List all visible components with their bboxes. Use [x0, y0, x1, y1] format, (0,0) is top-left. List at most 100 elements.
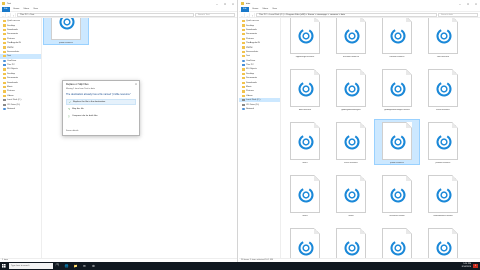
check-icon: ✓ — [69, 100, 72, 104]
file-item[interactable]: sharedassets0.assets — [421, 173, 465, 217]
file-item[interactable]: profiles.resource — [421, 120, 465, 164]
windows-logo-icon — [2, 264, 6, 268]
taskbar-search[interactable]: Type here to search — [9, 263, 53, 269]
resource-file-icon — [436, 187, 452, 203]
maximize-button[interactable]: □ — [221, 0, 229, 7]
maximize-button[interactable]: □ — [464, 0, 472, 7]
sidebar-item-label: Downloads — [246, 28, 257, 31]
skip-option[interactable]: ↷ Skip this file — [66, 106, 136, 112]
close-button[interactable]: × — [229, 0, 237, 7]
file-item[interactable]: profile.resource — [43, 18, 89, 45]
close-icon[interactable]: × — [133, 82, 139, 86]
file-item[interactable]: core.resource — [421, 18, 465, 58]
file-item[interactable]: globalgamemanagers.assets — [375, 67, 419, 111]
browser-icon[interactable]: 🌐 — [62, 262, 71, 270]
explorer-window-right: data – □ × File Home Share View ← → ↑ Th… — [239, 0, 480, 262]
clock[interactable]: 5:24 PM 8/14/2020 — [462, 263, 471, 268]
file-item[interactable]: appsettings.resource — [283, 18, 327, 58]
title-bar[interactable]: Test – □ × — [0, 0, 237, 7]
file-item[interactable]: sharedassets2.assets — [329, 226, 373, 258]
file-page-icon — [290, 228, 320, 258]
minimize-button[interactable]: – — [213, 0, 221, 7]
settings-icon[interactable]: ⚙ — [89, 262, 98, 270]
folder-icon — [242, 77, 245, 80]
drive-icon — [3, 99, 6, 102]
file-item[interactable]: profile.resource — [374, 119, 420, 165]
folder-icon — [3, 42, 6, 45]
sidebar-item-label: Downloads — [7, 28, 18, 31]
tab-share[interactable]: Share — [262, 8, 268, 10]
folder-icon — [242, 81, 245, 84]
folder-icon — [3, 28, 6, 32]
cloud-icon — [242, 59, 245, 62]
file-item[interactable]: level0.resource — [421, 67, 465, 111]
file-item[interactable]: machine.resource — [329, 18, 373, 58]
file-item[interactable]: sharedassets3.assets — [375, 226, 419, 258]
folder-icon — [3, 24, 6, 27]
file-item[interactable]: level4 — [329, 173, 373, 217]
sidebar-item-label: This PC — [7, 64, 15, 67]
option-label: Compare info for both files — [72, 115, 98, 118]
notification-badge[interactable]: 3 — [473, 264, 478, 268]
start-button[interactable] — [0, 262, 8, 270]
compare-option[interactable]: ▯ Compare info for both files — [66, 113, 136, 119]
back-arrow-icon[interactable]: ← — [2, 12, 6, 18]
network-icon — [242, 107, 245, 111]
dialog-title: Replace or Skip Files — [66, 82, 89, 86]
tab-view[interactable]: View — [272, 8, 277, 10]
folder-icon — [242, 24, 245, 27]
star-icon — [242, 20, 245, 23]
file-explorer-icon[interactable]: 📁 — [71, 262, 80, 270]
star-icon — [3, 20, 6, 23]
forward-arrow-icon[interactable]: → — [246, 12, 250, 18]
skip-icon: ↷ — [68, 107, 71, 111]
close-button[interactable]: × — [472, 0, 480, 7]
sidebar-item-label: Local Disk (C:) — [7, 99, 22, 102]
file-item[interactable]: data.resource — [283, 67, 327, 111]
mail-icon[interactable]: ✉ — [80, 262, 89, 270]
folder-icon — [242, 94, 245, 97]
minimize-button[interactable]: – — [456, 0, 464, 7]
sidebar-item[interactable]: Network — [239, 107, 280, 111]
sidebar-item-label: 3D Objects — [7, 68, 18, 71]
forward-arrow-icon[interactable]: → — [7, 12, 11, 18]
tab-share[interactable]: Share — [23, 8, 29, 10]
tab-home[interactable]: Home — [14, 8, 20, 10]
file-page-icon — [336, 69, 366, 107]
back-arrow-icon[interactable]: ← — [241, 12, 245, 18]
replace-option[interactable]: ✓ Replace the file in the destination — [66, 99, 136, 106]
title-bar[interactable]: data – □ × — [239, 0, 480, 7]
file-name: globalgamemanagers — [341, 109, 361, 111]
sidebar-item-label: PNPM — [7, 46, 14, 49]
pc-icon — [242, 64, 245, 67]
sidebar-item[interactable]: Network — [0, 107, 41, 111]
sidebar-item-label: CD Drive (D:) — [246, 103, 260, 106]
path-field[interactable]: This PC > Test — [17, 12, 194, 17]
folder-icon — [242, 46, 245, 49]
file-item[interactable]: level3 — [283, 173, 327, 217]
file-item[interactable]: sharedassets4.assets — [421, 226, 465, 258]
sidebar-item-label: Test — [7, 55, 12, 58]
file-item[interactable]: content.resource — [375, 18, 419, 58]
file-item[interactable]: level1 — [283, 120, 327, 164]
path-field[interactable]: This PC > Local Disk (C:) > Program File… — [256, 12, 437, 17]
search-input[interactable]: Search data — [438, 12, 478, 17]
up-arrow-icon[interactable]: ↑ — [12, 12, 16, 18]
option-label: Skip this file — [72, 108, 84, 111]
folder-icon — [2, 2, 5, 5]
replace-skip-dialog: Replace or Skip Files × Moving 1 item fr… — [62, 80, 140, 136]
tab-file[interactable]: File — [241, 6, 249, 12]
file-item[interactable]: globalgamemanagers — [329, 67, 373, 111]
search-input[interactable]: Search Test — [195, 12, 235, 17]
file-item[interactable]: sharedassets1.assets — [283, 226, 327, 258]
resource-file-icon — [344, 240, 360, 256]
file-page-icon — [290, 122, 320, 160]
fewer-details-toggle[interactable]: Fewer details — [66, 130, 78, 132]
up-arrow-icon[interactable]: ↑ — [251, 12, 255, 18]
tab-view[interactable]: View — [33, 8, 38, 10]
file-item[interactable]: level2.resource — [329, 120, 373, 164]
tab-home[interactable]: Home — [253, 8, 259, 10]
file-item[interactable]: resources.assets — [375, 173, 419, 217]
task-view-icon[interactable]: 🗔 — [53, 262, 62, 270]
tab-file[interactable]: File — [2, 6, 10, 12]
